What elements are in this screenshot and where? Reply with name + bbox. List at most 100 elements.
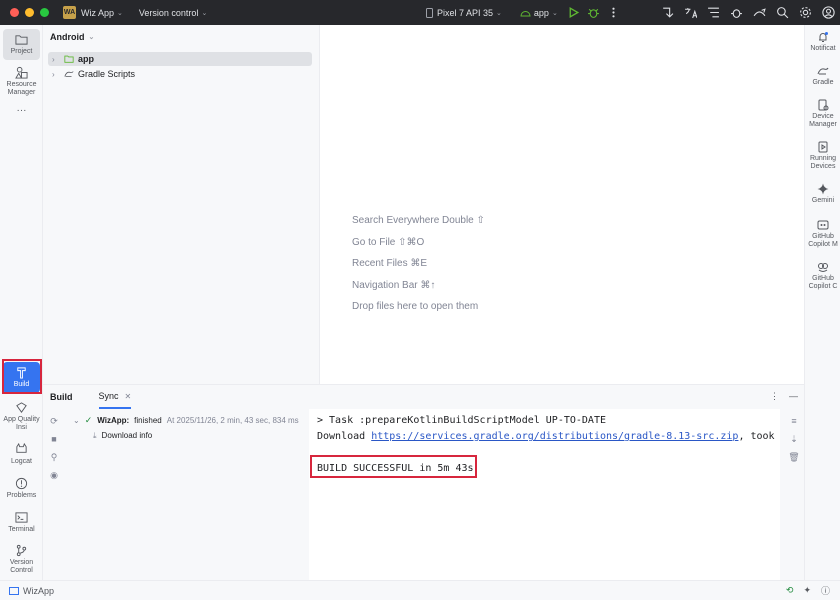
- terminal-label: Terminal: [8, 526, 35, 533]
- copilot-chat-tool-button[interactable]: GitHub Copilot M: [805, 219, 840, 249]
- refresh-icon[interactable]: ⟳: [48, 415, 60, 427]
- device-manager-tool-button[interactable]: Device Manager: [805, 99, 840, 129]
- problems-tool-button[interactable]: Problems: [3, 477, 40, 500]
- console-text: , took 5 m: [738, 431, 780, 442]
- chevron-down-icon: ⌄: [496, 9, 502, 17]
- translate-icon: [684, 8, 697, 19]
- status-bar: WizApp ⟲ ✦ ⓘ: [0, 580, 840, 600]
- terminal-tool-button[interactable]: Terminal: [3, 511, 40, 534]
- settings-button[interactable]: [797, 5, 813, 21]
- build-tool-window: Build Sync ✕ ⋮ — ⟳ ■ ⚲ ◉ ⌄ ✓ WizApp: fin…: [43, 384, 804, 581]
- hide-panel-icon[interactable]: —: [789, 391, 798, 402]
- run-config-selector[interactable]: app ⌄: [520, 8, 558, 18]
- chevron-right-icon[interactable]: ›: [52, 55, 60, 64]
- android-icon: [520, 10, 531, 16]
- more-vertical-icon[interactable]: ⋮: [770, 391, 779, 402]
- version-control-tool-button[interactable]: Version Control: [3, 544, 40, 575]
- running-device-icon: [818, 141, 828, 153]
- vcs-label: Version control: [138, 7, 199, 18]
- build-tree-root[interactable]: ⌄ ✓ WizApp: finished At 2025/11/26, 2 mi…: [73, 413, 309, 428]
- account-button[interactable]: [820, 5, 836, 21]
- sync-gradle-button[interactable]: [659, 5, 675, 21]
- project-view-selector[interactable]: Android ⌄: [43, 25, 319, 49]
- diamond-icon: [16, 402, 27, 413]
- gradle-download-link[interactable]: https://services.gradle.org/distribution…: [371, 431, 738, 442]
- profiler-button[interactable]: [728, 5, 744, 21]
- info-icon[interactable]: ⓘ: [821, 584, 830, 597]
- app-quality-tool-button[interactable]: App Quality Insi: [3, 401, 40, 432]
- structure-button[interactable]: [705, 5, 721, 21]
- more-tools-label: ···: [16, 105, 27, 116]
- project-badge: WA: [63, 6, 76, 19]
- project-tool-button[interactable]: Project: [3, 29, 40, 60]
- gear-icon: [799, 7, 811, 18]
- build-side-toolbar: ⟳ ■ ⚲ ◉: [48, 415, 60, 481]
- more-tools-button[interactable]: ···: [3, 105, 40, 116]
- tree-item-app[interactable]: › app: [48, 52, 312, 66]
- device-selector[interactable]: Pixel 7 API 35 ⌄: [425, 7, 502, 18]
- close-window-button[interactable]: [10, 8, 19, 17]
- hint-drop-files: Drop files here to open them: [352, 301, 479, 312]
- build-tree-child[interactable]: ⤓ Download info: [73, 428, 309, 443]
- tree-item-gradle-scripts[interactable]: › Gradle Scripts: [48, 67, 312, 81]
- debug-button[interactable]: [586, 5, 602, 21]
- close-icon[interactable]: ✕: [125, 392, 132, 401]
- resource-manager-label: Resource Manager: [6, 81, 37, 96]
- copilot-completions-tool-button[interactable]: GitHub Copilot C: [805, 261, 840, 291]
- minimize-window-button[interactable]: [25, 8, 34, 17]
- hint-recent-files: Recent Files ⌘E: [352, 258, 428, 269]
- sparkle-icon[interactable]: ✦: [803, 585, 811, 596]
- device-mirror-button[interactable]: [751, 5, 767, 21]
- build-console[interactable]: > Task :prepareKotlinBuildScriptModel UP…: [309, 409, 780, 581]
- gradle-tool-button[interactable]: Gradle: [805, 65, 840, 87]
- play-icon: [569, 7, 580, 18]
- pin-icon[interactable]: ⚲: [48, 451, 60, 463]
- folder-icon: [15, 35, 28, 45]
- chevron-down-icon[interactable]: ⌄: [73, 416, 80, 425]
- search-button[interactable]: [774, 5, 790, 21]
- build-root-name: WizApp:: [97, 416, 130, 425]
- scroll-to-end-icon[interactable]: ⇣: [788, 433, 800, 445]
- sync-status-icon[interactable]: ⟲: [786, 585, 794, 596]
- chevron-down-icon: ⌄: [201, 9, 208, 17]
- copilot-goggles-icon: [818, 263, 828, 272]
- chevron-down-icon: ⌄: [551, 9, 558, 17]
- copilot-chat-label: GitHub Copilot M: [808, 233, 838, 248]
- console-text: Download: [317, 431, 372, 442]
- highlight-box-build: [2, 359, 42, 394]
- user-icon: [821, 6, 835, 19]
- chevron-right-icon[interactable]: ›: [52, 70, 60, 79]
- project-pane: Android ⌄ › app › Gradle Scripts: [43, 25, 320, 384]
- notifications-label: Notificat: [810, 45, 836, 52]
- tree-item-label: app: [78, 54, 95, 64]
- run-button[interactable]: [566, 5, 582, 21]
- project-name: Wiz App: [81, 7, 115, 18]
- zoom-window-button[interactable]: [40, 8, 49, 17]
- running-devices-tool-button[interactable]: Running Devices: [805, 141, 840, 171]
- vcs-selector[interactable]: Version control ⌄: [139, 8, 207, 18]
- eye-icon[interactable]: ◉: [48, 469, 60, 481]
- chevron-down-icon: ⌄: [117, 9, 123, 17]
- tab-sync[interactable]: Sync ✕: [98, 385, 132, 409]
- bug-icon: [588, 8, 600, 18]
- resource-manager-tool-button[interactable]: Resource Manager: [3, 66, 40, 97]
- phone-icon: [426, 7, 433, 18]
- soft-wrap-icon[interactable]: ≡: [788, 415, 800, 427]
- gradle-sync-icon: [662, 7, 673, 18]
- list-icon: [707, 7, 719, 18]
- bell-icon: [819, 32, 828, 42]
- gemini-tool-button[interactable]: Gemini: [805, 183, 840, 205]
- trash-icon[interactable]: 🗑: [788, 451, 800, 463]
- project-selector[interactable]: Wiz App ⌄: [81, 8, 123, 18]
- logcat-tool-button[interactable]: Logcat: [3, 443, 40, 466]
- more-actions-button[interactable]: [606, 5, 622, 21]
- status-project[interactable]: WizApp: [9, 586, 54, 596]
- run-config-name: app: [533, 7, 549, 18]
- module-folder-icon: [64, 55, 74, 63]
- notifications-tool-button[interactable]: Notificat: [805, 31, 840, 53]
- translate-button[interactable]: [682, 5, 698, 21]
- elephant-icon: [817, 67, 829, 75]
- logcat-label: Logcat: [10, 458, 33, 465]
- stop-icon[interactable]: ■: [48, 433, 60, 445]
- build-tree: ⌄ ✓ WizApp: finished At 2025/11/26, 2 mi…: [73, 413, 309, 443]
